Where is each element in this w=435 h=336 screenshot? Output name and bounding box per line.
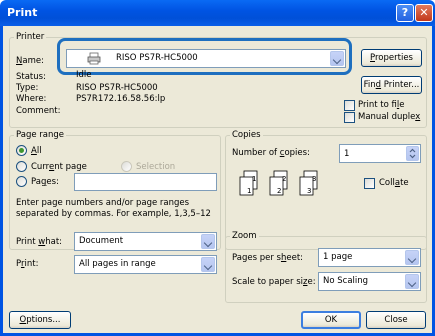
chevron-down-icon[interactable] xyxy=(201,234,215,249)
close-window-button[interactable]: ✕ xyxy=(415,4,433,22)
zoom-group: Zoom xyxy=(225,231,427,303)
type-value: RISO PS7R-HC5000 xyxy=(76,83,158,93)
printer-legend: Printer xyxy=(16,32,45,42)
print-to-file-label: Print to file xyxy=(358,100,405,110)
print-label: Print: xyxy=(16,259,39,269)
page-range-legend: Page range xyxy=(16,130,64,140)
status-value: Idle xyxy=(76,70,92,80)
window-title: Print xyxy=(7,6,38,19)
number-of-copies-label: Number of copies: xyxy=(232,148,310,158)
close-button[interactable]: Close xyxy=(366,311,426,329)
type-label: Type: xyxy=(16,83,39,93)
properties-button[interactable]: Properties xyxy=(361,49,422,67)
all-pages-radio[interactable] xyxy=(16,145,27,156)
page-range-help-line-2: separated by commas. For example, 1,3,5–… xyxy=(16,209,211,219)
print-what-label: Print what: xyxy=(16,237,63,247)
dialog-client-area: Printer Name: RISO PS7R-HC5000 Propertie… xyxy=(3,26,432,333)
manual-duplex-label: Manual duplex xyxy=(358,112,421,122)
printer-name-label: Name: xyxy=(16,56,44,66)
comment-label: Comment: xyxy=(16,106,61,116)
print-value: All pages in range xyxy=(79,259,156,269)
print-what-select[interactable]: Document xyxy=(74,232,217,251)
pages-radio[interactable] xyxy=(16,176,27,187)
copies-value: 1 xyxy=(344,149,350,159)
scale-value: No Scaling xyxy=(323,276,369,286)
pages-per-sheet-label: Pages per sheet: xyxy=(232,253,304,263)
page-range-help-line-1: Enter page numbers and/or page ranges xyxy=(16,198,190,208)
collate-checkbox[interactable] xyxy=(364,178,375,189)
print-select[interactable]: All pages in range xyxy=(74,255,217,274)
where-value: PS7R172.16.58.56:lp xyxy=(76,94,166,104)
all-pages-label: All xyxy=(31,146,42,156)
manual-duplex-checkbox[interactable] xyxy=(344,112,355,123)
chevron-down-icon[interactable] xyxy=(405,274,419,289)
svg-text:1: 1 xyxy=(252,175,256,183)
current-page-radio[interactable] xyxy=(16,161,27,172)
title-bar xyxy=(0,0,435,26)
pages-label: Pages: xyxy=(31,177,59,187)
help-button[interactable]: ? xyxy=(396,4,414,22)
selection-label: Selection xyxy=(136,162,176,172)
options-button[interactable]: Options... xyxy=(9,311,71,329)
svg-text:3: 3 xyxy=(312,175,316,183)
chevron-down-icon[interactable] xyxy=(201,257,215,272)
collate-pages-icon: 11 22 33 xyxy=(239,170,318,196)
pages-per-sheet-select[interactable]: 1 page xyxy=(318,248,421,267)
pages-per-sheet-value: 1 page xyxy=(323,252,353,262)
where-label: Where: xyxy=(16,94,47,104)
svg-text:3: 3 xyxy=(307,187,311,195)
copies-legend: Copies xyxy=(232,130,261,140)
copies-spinner[interactable]: 1 xyxy=(339,144,421,163)
find-printer-button[interactable]: Find Printer... xyxy=(361,76,422,94)
ok-button[interactable]: OK xyxy=(301,311,361,329)
status-label: Status: xyxy=(16,72,46,82)
scale-select[interactable]: No Scaling xyxy=(318,272,421,291)
scale-label: Scale to paper size: xyxy=(232,277,316,287)
zoom-legend: Zoom xyxy=(232,231,257,241)
spinner-buttons[interactable] xyxy=(406,146,419,161)
selection-radio[interactable] xyxy=(121,161,132,172)
spinner-arrows-icon xyxy=(409,148,416,159)
svg-text:2: 2 xyxy=(277,187,281,195)
print-what-value: Document xyxy=(79,236,124,246)
print-to-file-checkbox[interactable] xyxy=(344,100,355,111)
pages-input[interactable] xyxy=(74,173,217,191)
current-page-label: Current page xyxy=(31,162,87,172)
svg-text:2: 2 xyxy=(282,175,286,183)
chevron-down-icon[interactable] xyxy=(405,250,419,265)
svg-text:1: 1 xyxy=(247,187,251,195)
collate-label: Collate xyxy=(379,178,409,188)
highlight-outline xyxy=(57,38,352,75)
